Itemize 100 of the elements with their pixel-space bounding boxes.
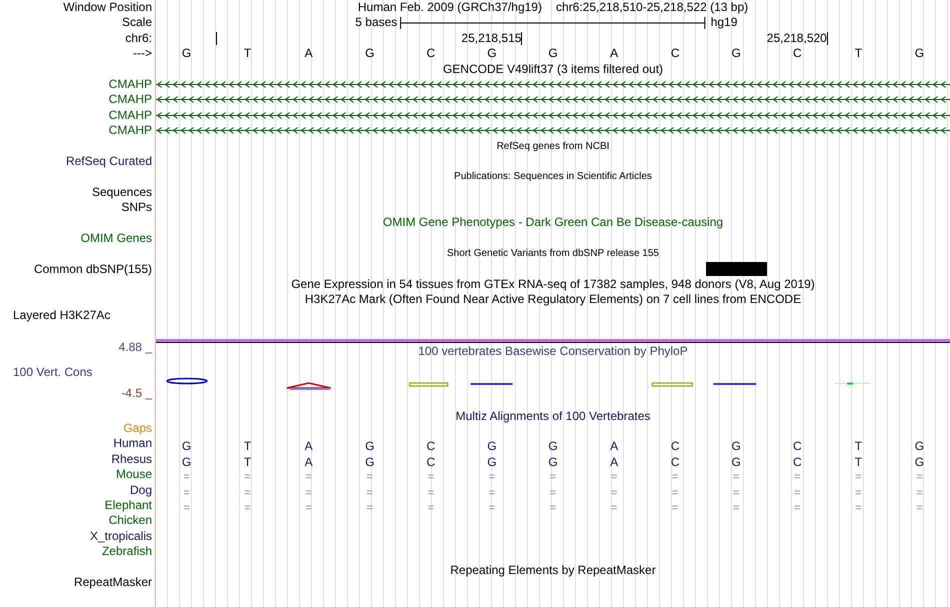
alignment-base: =	[488, 500, 496, 516]
species-label[interactable]: Zebrafish	[102, 544, 152, 558]
alignment-base: G	[364, 439, 376, 455]
alignment-base: =	[366, 470, 374, 486]
tick-mark	[826, 32, 828, 45]
alignment-base: =	[548, 470, 558, 486]
base-letter: C	[670, 46, 680, 62]
alignment-base: =	[732, 500, 740, 516]
snp-bar[interactable]	[706, 262, 767, 276]
alignment-base: G	[730, 454, 742, 470]
scale-length: 5 bases	[354, 15, 398, 31]
alignment-base: =	[793, 470, 802, 486]
track-label[interactable]: OMIM Genes	[80, 230, 152, 245]
alignment-base: C	[670, 454, 680, 470]
alignment-base: =	[304, 486, 313, 501]
alignment-base: =	[732, 486, 740, 501]
alignment-base: =	[366, 486, 374, 501]
alignment-base: =	[548, 486, 558, 501]
base-letter: G	[486, 46, 498, 62]
coordinate-label: 25,218,515	[461, 30, 522, 46]
alignment-base: =	[488, 486, 496, 501]
alignment-base: G	[180, 439, 192, 455]
coordinate-label: 25,218,520	[766, 30, 827, 46]
alignment-base: =	[915, 470, 924, 486]
alignment-base: G	[730, 439, 742, 455]
alignment-base: =	[548, 500, 558, 516]
alignment-base: =	[670, 486, 680, 501]
gene-label[interactable]: CMAHP	[108, 76, 152, 91]
base-letter: T	[854, 46, 864, 62]
gene-label[interactable]: CMAHP	[108, 123, 152, 138]
alignment-base: C	[670, 439, 680, 455]
track-title: Gene Expression in 54 tissues from GTEx RNA-seq of 17382 samples, 948 donors (V8, Aug 2019)	[291, 277, 815, 292]
species-label[interactable]: Rhesus	[111, 452, 152, 466]
track-label[interactable]: Common dbSNP(155)	[34, 262, 152, 276]
axis-min-label: -4.5 _	[120, 385, 152, 402]
track-title: GENCODE V49lift37 (3 items filtered out)	[442, 62, 664, 77]
alignment-base: =	[426, 470, 436, 486]
alignment-base: =	[915, 500, 924, 516]
alignment-base: A	[609, 454, 620, 470]
alignment-base: =	[793, 500, 802, 516]
track-title: Publications: Sequences in Scientific Articles	[454, 170, 652, 184]
alignment-base: =	[854, 470, 863, 486]
track-label[interactable]: RefSeq Curated	[66, 154, 152, 168]
base-letter: G	[914, 46, 926, 62]
track-label[interactable]: RepeatMasker	[74, 574, 152, 589]
track-label[interactable]: SNPs	[121, 200, 152, 214]
assembly-title: Human Feb. 2009 (GRCh37/hg19)	[358, 0, 542, 16]
track-label[interactable]: 100 Vert. Cons	[0, 362, 152, 381]
base-letter: A	[304, 46, 314, 62]
position-text: chr6:25,218,510-25,218,522 (13 bp)	[556, 0, 748, 16]
alignment-base: =	[426, 486, 436, 501]
alignment-base: =	[854, 500, 863, 516]
track-title: H3K27Ac Mark (Often Found Near Active Regulatory Elements) on 7 cell lines from ENCODE	[304, 292, 802, 308]
track-title: Short Genetic Variants from dbSNP release 155	[447, 247, 659, 262]
alignment-base: =	[854, 486, 863, 501]
species-label[interactable]: X_tropicalis	[90, 528, 152, 543]
alignment-base: =	[366, 500, 374, 516]
alignment-base: =	[488, 470, 496, 486]
track-title: Repeating Elements by RepeatMasker	[450, 562, 656, 578]
base-letter: T	[242, 46, 252, 62]
row-label: Scale	[122, 15, 152, 30]
gene-label[interactable]: CMAHP	[108, 108, 152, 122]
track-label[interactable]: Layered H3K27Ac	[13, 308, 110, 322]
row-label: chr6:	[125, 30, 152, 45]
species-label[interactable]: Chicken	[108, 513, 152, 528]
alignment-base: =	[610, 486, 618, 501]
alignment-base: =	[304, 470, 313, 486]
alignment-base: T	[242, 454, 252, 470]
gene-label[interactable]: CMAHP	[108, 92, 152, 106]
species-label[interactable]: Dog	[130, 482, 152, 497]
alignment-base: G	[547, 454, 559, 470]
track-title: OMIM Gene Phenotypes - Dark Green Can Be Disease-causing	[382, 215, 724, 231]
alignment-base: G	[914, 454, 926, 470]
track-label[interactable]: Sequences	[92, 184, 152, 199]
alignment-base: G	[486, 454, 498, 470]
alignment-base: =	[915, 486, 924, 501]
alignment-base: C	[792, 454, 803, 470]
alignment-base: =	[610, 500, 618, 516]
species-label[interactable]: Human	[113, 436, 152, 450]
alignment-base: =	[304, 500, 313, 516]
base-letter: G	[730, 46, 742, 62]
base-letter: A	[609, 46, 620, 62]
species-label[interactable]: Mouse	[116, 467, 152, 482]
alignment-base: A	[304, 439, 314, 455]
alignment-base: =	[243, 470, 252, 486]
species-label[interactable]: Elephant	[104, 498, 152, 512]
alignment-base: G	[914, 439, 926, 455]
base-letter: C	[426, 46, 436, 62]
alignment-base: =	[243, 486, 252, 501]
alignment-base: =	[182, 470, 191, 486]
tick-mark	[521, 32, 522, 45]
alignment-base: G	[547, 439, 559, 455]
scale-assembly: hg19	[710, 15, 738, 31]
alignment-base: G	[486, 439, 498, 455]
axis-max-label: 4.88 _	[118, 338, 152, 356]
alignment-base: T	[854, 454, 864, 470]
base-letter: G	[364, 46, 376, 62]
base-letter: G	[180, 46, 192, 62]
alignment-base: C	[792, 439, 803, 455]
alignment-base: A	[304, 454, 314, 470]
